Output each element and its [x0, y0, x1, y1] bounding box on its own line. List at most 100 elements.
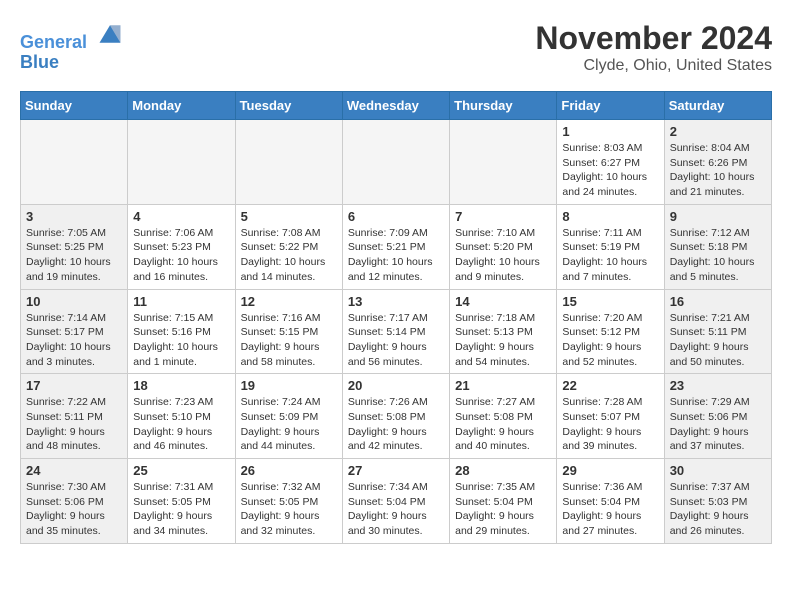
- day-number: 24: [26, 463, 122, 478]
- day-number: 28: [455, 463, 551, 478]
- day-number: 14: [455, 294, 551, 309]
- calendar-cell: 7 Sunrise: 7:10 AMSunset: 5:20 PMDaylight…: [450, 204, 557, 289]
- calendar-cell: [450, 120, 557, 205]
- calendar-cell: 18 Sunrise: 7:23 AMSunset: 5:10 PMDayligh…: [128, 374, 235, 459]
- calendar-cell: 23Sunrise: 7:29 AMSunset: 5:06 PMDayligh…: [664, 374, 771, 459]
- day-info: Sunrise: 7:34 AMSunset: 5:04 PMDaylight:…: [348, 480, 444, 539]
- day-info: Sunrise: 8:03 AMSunset: 6:27 PMDaylight:…: [562, 141, 658, 200]
- day-number: 11: [133, 294, 229, 309]
- calendar-cell: 5 Sunrise: 7:08 AMSunset: 5:22 PMDaylight…: [235, 204, 342, 289]
- calendar-cell: [235, 120, 342, 205]
- calendar-cell: 10 Sunrise: 7:14 AMSunset: 5:17 PMDayligh…: [21, 289, 128, 374]
- calendar-body: 1 Sunrise: 8:03 AMSunset: 6:27 PMDaylight…: [21, 120, 772, 544]
- day-info: Sunrise: 7:14 AMSunset: 5:17 PMDaylight:…: [26, 311, 122, 370]
- day-number: 30: [670, 463, 766, 478]
- day-info: Sunrise: 7:28 AMSunset: 5:07 PMDaylight:…: [562, 395, 658, 454]
- day-info: Sunrise: 7:12 AMSunset: 5:18 PMDaylight:…: [670, 226, 766, 285]
- calendar-cell: 27 Sunrise: 7:34 AMSunset: 5:04 PMDayligh…: [342, 459, 449, 544]
- calendar-cell: 1 Sunrise: 8:03 AMSunset: 6:27 PMDaylight…: [557, 120, 664, 205]
- logo: General Blue: [20, 20, 124, 73]
- calendar-cell: [342, 120, 449, 205]
- day-info: Sunrise: 8:04 AMSunset: 6:26 PMDaylight:…: [670, 141, 766, 200]
- calendar-cell: [21, 120, 128, 205]
- page-header: General Blue November 2024 Clyde, Ohio, …: [20, 20, 772, 75]
- day-number: 15: [562, 294, 658, 309]
- calendar-week-2: 3 Sunrise: 7:05 AMSunset: 5:25 PMDaylight…: [21, 204, 772, 289]
- day-info: Sunrise: 7:37 AMSunset: 5:03 PMDaylight:…: [670, 480, 766, 539]
- day-number: 8: [562, 209, 658, 224]
- day-number: 9: [670, 209, 766, 224]
- day-info: Sunrise: 7:35 AMSunset: 5:04 PMDaylight:…: [455, 480, 551, 539]
- day-info: Sunrise: 7:23 AMSunset: 5:10 PMDaylight:…: [133, 395, 229, 454]
- calendar-cell: 20 Sunrise: 7:26 AMSunset: 5:08 PMDayligh…: [342, 374, 449, 459]
- day-number: 2: [670, 124, 766, 139]
- calendar-cell: 2 Sunrise: 8:04 AMSunset: 6:26 PMDaylight…: [664, 120, 771, 205]
- weekday-header-saturday: Saturday: [664, 92, 771, 120]
- calendar-cell: 12Sunrise: 7:16 AMSunset: 5:15 PMDayligh…: [235, 289, 342, 374]
- location: Clyde, Ohio, United States: [535, 57, 772, 75]
- day-number: 20: [348, 378, 444, 393]
- day-number: 17: [26, 378, 122, 393]
- day-number: 21: [455, 378, 551, 393]
- day-info: Sunrise: 7:32 AMSunset: 5:05 PMDaylight:…: [241, 480, 337, 539]
- day-info: Sunrise: 7:16 AMSunset: 5:15 PMDaylight:…: [241, 311, 337, 370]
- calendar-cell: 17 Sunrise: 7:22 AMSunset: 5:11 PMDayligh…: [21, 374, 128, 459]
- calendar-week-5: 24 Sunrise: 7:30 AMSunset: 5:06 PMDayligh…: [21, 459, 772, 544]
- logo-blue: Blue: [20, 53, 124, 73]
- calendar-cell: 21Sunrise: 7:27 AMSunset: 5:08 PMDayligh…: [450, 374, 557, 459]
- calendar-cell: 16Sunrise: 7:21 AMSunset: 5:11 PMDayligh…: [664, 289, 771, 374]
- calendar-cell: 26 Sunrise: 7:32 AMSunset: 5:05 PMDayligh…: [235, 459, 342, 544]
- day-info: Sunrise: 7:15 AMSunset: 5:16 PMDaylight:…: [133, 311, 229, 370]
- day-info: Sunrise: 7:17 AMSunset: 5:14 PMDaylight:…: [348, 311, 444, 370]
- day-info: Sunrise: 7:05 AMSunset: 5:25 PMDaylight:…: [26, 226, 122, 285]
- weekday-header-tuesday: Tuesday: [235, 92, 342, 120]
- calendar-cell: 29 Sunrise: 7:36 AMSunset: 5:04 PMDayligh…: [557, 459, 664, 544]
- day-number: 26: [241, 463, 337, 478]
- logo-icon: [96, 20, 124, 48]
- day-number: 18: [133, 378, 229, 393]
- day-info: Sunrise: 7:10 AMSunset: 5:20 PMDaylight:…: [455, 226, 551, 285]
- calendar-week-4: 17 Sunrise: 7:22 AMSunset: 5:11 PMDayligh…: [21, 374, 772, 459]
- logo-general: General: [20, 32, 87, 52]
- calendar-cell: 11 Sunrise: 7:15 AMSunset: 5:16 PMDayligh…: [128, 289, 235, 374]
- weekday-header-sunday: Sunday: [21, 92, 128, 120]
- calendar-cell: 22 Sunrise: 7:28 AMSunset: 5:07 PMDayligh…: [557, 374, 664, 459]
- weekday-header-friday: Friday: [557, 92, 664, 120]
- day-info: Sunrise: 7:29 AMSunset: 5:06 PMDaylight:…: [670, 395, 766, 454]
- day-info: Sunrise: 7:08 AMSunset: 5:22 PMDaylight:…: [241, 226, 337, 285]
- day-number: 10: [26, 294, 122, 309]
- day-info: Sunrise: 7:20 AMSunset: 5:12 PMDaylight:…: [562, 311, 658, 370]
- day-info: Sunrise: 7:22 AMSunset: 5:11 PMDaylight:…: [26, 395, 122, 454]
- day-number: 6: [348, 209, 444, 224]
- day-number: 3: [26, 209, 122, 224]
- calendar-cell: 19Sunrise: 7:24 AMSunset: 5:09 PMDayligh…: [235, 374, 342, 459]
- weekday-header-row: SundayMondayTuesdayWednesdayThursdayFrid…: [21, 92, 772, 120]
- weekday-header-monday: Monday: [128, 92, 235, 120]
- day-info: Sunrise: 7:36 AMSunset: 5:04 PMDaylight:…: [562, 480, 658, 539]
- day-number: 29: [562, 463, 658, 478]
- calendar-week-1: 1 Sunrise: 8:03 AMSunset: 6:27 PMDaylight…: [21, 120, 772, 205]
- day-info: Sunrise: 7:26 AMSunset: 5:08 PMDaylight:…: [348, 395, 444, 454]
- month-title: November 2024: [535, 20, 772, 57]
- day-info: Sunrise: 7:30 AMSunset: 5:06 PMDaylight:…: [26, 480, 122, 539]
- calendar-cell: 15 Sunrise: 7:20 AMSunset: 5:12 PMDayligh…: [557, 289, 664, 374]
- day-number: 1: [562, 124, 658, 139]
- day-number: 27: [348, 463, 444, 478]
- calendar-cell: 28 Sunrise: 7:35 AMSunset: 5:04 PMDayligh…: [450, 459, 557, 544]
- day-info: Sunrise: 7:11 AMSunset: 5:19 PMDaylight:…: [562, 226, 658, 285]
- calendar-table: SundayMondayTuesdayWednesdayThursdayFrid…: [20, 91, 772, 544]
- day-info: Sunrise: 7:18 AMSunset: 5:13 PMDaylight:…: [455, 311, 551, 370]
- day-number: 7: [455, 209, 551, 224]
- title-block: November 2024 Clyde, Ohio, United States: [535, 20, 772, 75]
- day-number: 13: [348, 294, 444, 309]
- calendar-cell: 25Sunrise: 7:31 AMSunset: 5:05 PMDayligh…: [128, 459, 235, 544]
- day-number: 22: [562, 378, 658, 393]
- calendar-cell: 3 Sunrise: 7:05 AMSunset: 5:25 PMDaylight…: [21, 204, 128, 289]
- day-number: 16: [670, 294, 766, 309]
- day-number: 4: [133, 209, 229, 224]
- calendar-cell: 6Sunrise: 7:09 AMSunset: 5:21 PMDaylight…: [342, 204, 449, 289]
- calendar-cell: 9 Sunrise: 7:12 AMSunset: 5:18 PMDaylight…: [664, 204, 771, 289]
- weekday-header-wednesday: Wednesday: [342, 92, 449, 120]
- day-number: 19: [241, 378, 337, 393]
- day-number: 5: [241, 209, 337, 224]
